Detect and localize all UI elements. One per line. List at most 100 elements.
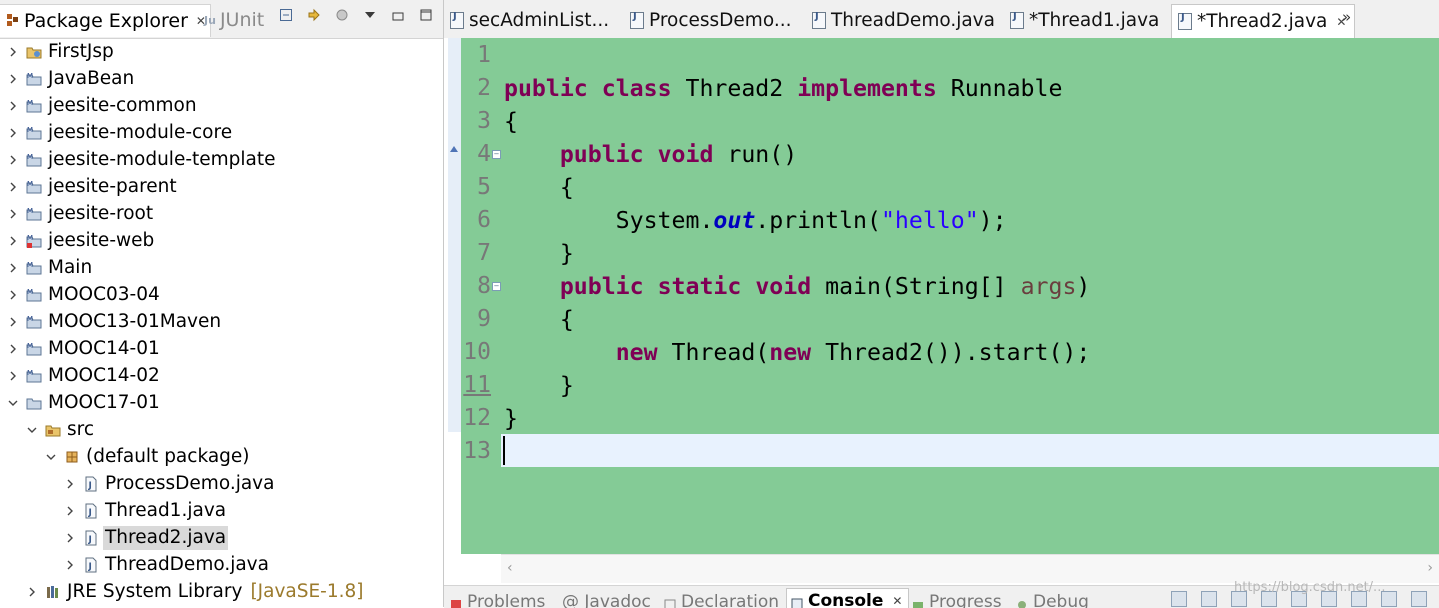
code-token: run() xyxy=(713,141,798,168)
open-console-icon[interactable] xyxy=(1411,591,1427,607)
tab-declaration[interactable]: Declaration xyxy=(664,592,779,608)
svg-text:M: M xyxy=(27,315,33,323)
tree-item[interactable]: M MOOC14-01 xyxy=(6,335,162,362)
chevron-right-icon[interactable] xyxy=(63,531,77,545)
java-file-icon: J xyxy=(83,530,99,546)
maximize-icon[interactable] xyxy=(419,8,433,22)
tree-item[interactable]: Mjeesite-root xyxy=(6,200,155,227)
tab-javadoc[interactable]: @ Javadoc xyxy=(562,592,651,608)
tab-console[interactable]: Console ✕ xyxy=(786,588,910,608)
editor-tab-secadminlist[interactable]: secAdminList... xyxy=(450,4,609,37)
chevron-right-icon[interactable] xyxy=(6,369,20,383)
chevron-right-icon[interactable] xyxy=(6,315,20,329)
tree-item[interactable]: M MOOC13-01Maven xyxy=(6,308,223,335)
scroll-right-icon[interactable]: › xyxy=(1427,560,1433,576)
remove-launch-icon[interactable] xyxy=(1201,591,1217,607)
code-line[interactable]: public static void main(String[] args) xyxy=(504,270,1091,303)
code-token: main(String[] xyxy=(811,273,1021,300)
code-line[interactable]: } xyxy=(504,237,574,270)
code-line[interactable]: new Thread(new Thread2()).start(); xyxy=(504,336,1091,369)
fold-collapse-icon[interactable]: − xyxy=(492,150,501,159)
code-line[interactable]: public class Thread2 implements Runnable xyxy=(504,72,1062,105)
terminate-icon[interactable] xyxy=(1171,591,1187,607)
tree-item[interactable]: Mjeesite-common xyxy=(6,92,199,119)
tab-problems[interactable]: Problems xyxy=(450,592,545,608)
chevron-right-icon[interactable] xyxy=(6,288,20,302)
tab-package-explorer[interactable]: Package Explorer ✕ xyxy=(0,4,211,37)
link-with-editor-icon[interactable] xyxy=(307,8,321,22)
editor-tab-processdemo[interactable]: ProcessDemo... xyxy=(630,4,791,37)
chevron-right-icon[interactable] xyxy=(6,180,20,194)
chevron-down-icon[interactable] xyxy=(44,450,58,464)
tree-item[interactable]: J Thread1.java xyxy=(63,497,228,524)
tab-progress[interactable]: Progress xyxy=(912,592,1002,608)
tree-item[interactable]: MOOC17-01 xyxy=(6,389,162,416)
chevron-right-icon[interactable] xyxy=(6,342,20,356)
tree-item[interactable]: J Thread2.java xyxy=(63,524,229,551)
svg-text:M: M xyxy=(27,99,33,107)
view-menu-icon[interactable] xyxy=(363,8,377,22)
close-icon[interactable]: ✕ xyxy=(892,594,902,608)
tab-debug[interactable]: Debug xyxy=(1016,592,1089,608)
chevron-right-icon[interactable] xyxy=(6,207,20,221)
code-token: .println( xyxy=(755,207,881,234)
tab-label: Problems xyxy=(467,592,546,608)
tree-item[interactable]: J ProcessDemo.java xyxy=(63,470,276,497)
code-editor[interactable]: 1 2 3 4 5 6 7 8 9 10 11 12 13− − public class Thread2… xyxy=(444,38,1439,584)
tab-label: JUnit xyxy=(219,9,265,31)
tree-item[interactable]: FirstJsp xyxy=(6,38,116,65)
tree-item[interactable]: M Main xyxy=(6,254,94,281)
code-line[interactable]: public void run() xyxy=(504,138,797,171)
editor-tab-label: *Thread2.java xyxy=(1197,11,1328,32)
focus-icon[interactable] xyxy=(335,8,349,22)
code-line[interactable]: System.out.println("hello"); xyxy=(504,204,1007,237)
chevron-right-icon[interactable] xyxy=(6,99,20,113)
chevron-right-icon[interactable] xyxy=(6,234,20,248)
code-line[interactable]: { xyxy=(504,105,518,138)
tree-item-label: jeesite-web xyxy=(48,229,155,251)
editor-tab-threaddemo[interactable]: ThreadDemo.java xyxy=(812,4,995,37)
code-line[interactable]: } xyxy=(504,369,574,402)
code-line[interactable]: { xyxy=(504,303,574,336)
chevron-down-icon[interactable] xyxy=(25,423,39,437)
tree-item[interactable]: M MOOC03-04 xyxy=(6,281,162,308)
line-number: 11 xyxy=(463,372,491,398)
editor-tab-thread1[interactable]: *Thread1.java xyxy=(1010,4,1159,37)
scroll-left-icon[interactable]: ‹ xyxy=(507,560,513,576)
tab-label: Console xyxy=(808,591,884,608)
tree-item[interactable]: Mjeesite-module-template xyxy=(6,146,278,173)
collapse-all-icon[interactable] xyxy=(279,8,293,22)
chevron-right-icon[interactable] xyxy=(6,72,20,86)
tree-item[interactable]: src xyxy=(25,416,96,443)
tree-item[interactable]: JRE System Library [JavaSE-1.8] xyxy=(25,578,363,605)
tree-item[interactable]: (default package) xyxy=(44,443,252,470)
minimize-icon[interactable] xyxy=(391,8,405,22)
line-number: 1 xyxy=(477,42,491,68)
tree-item[interactable]: M MOOC14-02 xyxy=(6,362,162,389)
code-line[interactable]: { xyxy=(504,171,574,204)
chevron-right-icon[interactable] xyxy=(6,126,20,140)
view-toolbar xyxy=(279,8,433,22)
tree-item[interactable]: Mjeesite-module-core xyxy=(6,119,234,146)
tree-item[interactable]: M JavaBean xyxy=(6,65,136,92)
horizontal-scrollbar[interactable]: ‹ › xyxy=(501,554,1439,583)
editor-tab-thread2[interactable]: *Thread2.java ✕ xyxy=(1171,4,1356,38)
fold-collapse-icon[interactable]: − xyxy=(492,282,501,291)
tab-junit[interactable]: Ju JUnit xyxy=(204,4,264,36)
line-number: 10 xyxy=(463,339,491,365)
chevron-down-icon[interactable] xyxy=(6,396,20,410)
tree-item[interactable]: Mjeesite-web xyxy=(6,227,156,254)
tree-item[interactable]: Mjeesite-parent xyxy=(6,173,179,200)
chevron-right-icon[interactable] xyxy=(63,504,77,518)
tree-item[interactable]: J ThreadDemo.java xyxy=(63,551,271,578)
chevron-right-icon[interactable] xyxy=(63,558,77,572)
chevron-right-icon[interactable] xyxy=(25,585,39,599)
chevron-right-icon[interactable] xyxy=(6,261,20,275)
code-line[interactable]: } xyxy=(504,402,518,435)
chevron-right-icon[interactable] xyxy=(6,45,20,59)
tab-overflow-chevron-icon[interactable]: » xyxy=(1342,8,1351,26)
chevron-right-icon[interactable] xyxy=(6,153,20,167)
library-icon xyxy=(45,584,61,600)
maven-project-icon: M xyxy=(26,71,42,87)
chevron-right-icon[interactable] xyxy=(63,477,77,491)
